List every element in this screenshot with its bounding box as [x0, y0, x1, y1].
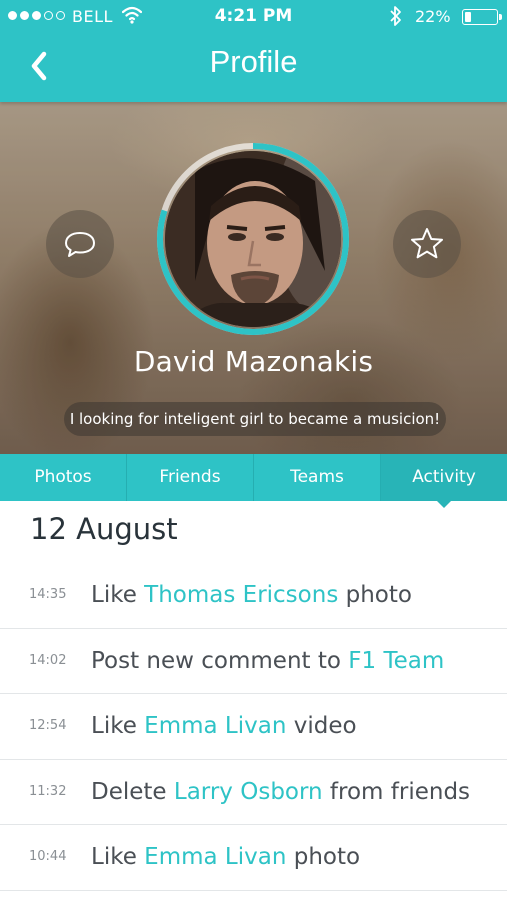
avatar[interactable] — [165, 151, 341, 327]
avatar-portrait — [165, 151, 341, 327]
battery-level — [464, 11, 472, 22]
tab-label: Photos — [34, 467, 92, 487]
list-item[interactable]: 14:02 Post new comment to F1 Team — [0, 629, 507, 694]
activity-link[interactable]: Larry Osborn — [174, 779, 323, 805]
tab-teams[interactable]: Teams — [254, 454, 381, 501]
activity-time: 14:35 — [29, 587, 67, 602]
activity-text: Like Emma Livan photo — [91, 844, 361, 870]
activity-date-heading: 12 August — [30, 512, 178, 546]
activity-link[interactable]: F1 Team — [348, 648, 444, 674]
profile-status: I looking for inteligent girl to became … — [64, 402, 446, 436]
page-title: Profile — [209, 44, 298, 79]
tab-activity[interactable]: Activity — [381, 454, 507, 508]
activity-link[interactable]: Thomas Ericsons — [144, 582, 338, 608]
activity-time: 14:02 — [29, 652, 67, 668]
list-item[interactable]: 10:44 Like Emma Livan photo — [0, 825, 507, 891]
message-button[interactable] — [46, 210, 114, 278]
activity-link[interactable]: Emma Livan — [144, 844, 286, 870]
speech-bubble-icon — [65, 232, 95, 257]
bluetooth-icon — [389, 5, 403, 31]
battery-percentage: 22% — [415, 7, 451, 26]
tab-label: Activity — [412, 467, 476, 487]
activity-link[interactable]: Emma Livan — [144, 713, 286, 739]
activity-time: 10:44 — [29, 849, 67, 864]
star-icon — [411, 228, 443, 259]
activity-time: 11:32 — [29, 783, 67, 799]
favorite-button[interactable] — [393, 210, 461, 278]
tab-photos[interactable]: Photos — [0, 454, 127, 501]
activity-text: Delete Larry Osborn from friends — [91, 778, 471, 805]
activity-text: Like Emma Livan video — [91, 713, 357, 739]
profile-name: David Mazonakis — [133, 345, 374, 378]
profile-tabs: Photos Friends Teams Activity — [0, 454, 507, 508]
battery-tip — [499, 14, 502, 20]
profile-hero: David Mazonakis I looking for inteligent… — [0, 102, 507, 454]
activity-text: Like Thomas Ericsons photo — [91, 582, 412, 608]
header: BELL 4:21 PM 22% Profile — [0, 0, 507, 102]
list-item[interactable]: 14:35 Like Thomas Ericsons photo — [0, 563, 507, 629]
battery-icon — [462, 9, 498, 25]
tab-friends[interactable]: Friends — [127, 454, 254, 501]
tab-label: Friends — [159, 467, 221, 487]
tab-label: Teams — [290, 467, 344, 487]
status-bar: BELL 4:21 PM 22% — [0, 0, 507, 32]
list-item[interactable]: 11:32 Delete Larry Osborn from friends — [0, 760, 507, 825]
activity-list: 14:35 Like Thomas Ericsons photo 14:02 P… — [0, 563, 507, 891]
list-item[interactable]: 12:54 Like Emma Livan video — [0, 694, 507, 760]
activity-text: Post new comment to F1 Team — [91, 647, 445, 674]
active-tab-indicator — [437, 501, 451, 508]
activity-time: 12:54 — [29, 718, 67, 733]
